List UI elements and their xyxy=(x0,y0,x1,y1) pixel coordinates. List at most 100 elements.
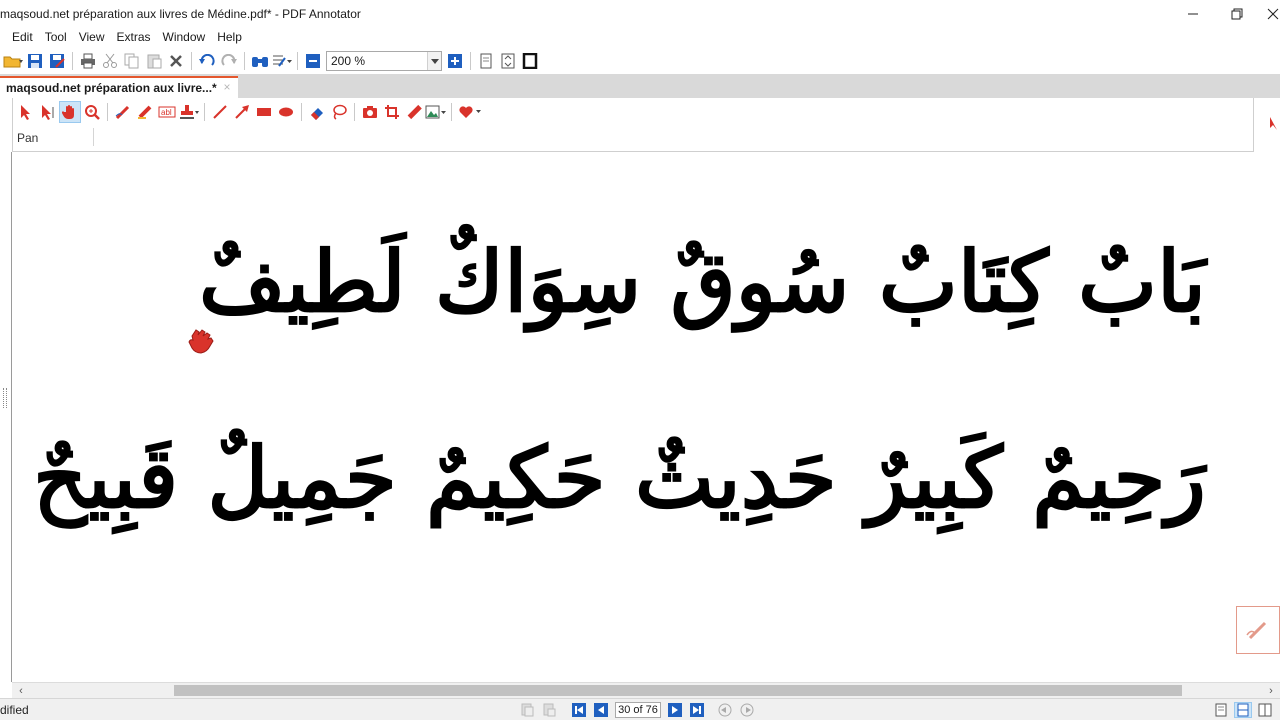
status-bar: dified 30 of 76 xyxy=(0,698,1280,720)
history-forward-button[interactable] xyxy=(738,702,756,718)
document-tab[interactable]: maqsoud.net préparation aux livre...* × xyxy=(0,76,238,98)
fit-page-icon[interactable] xyxy=(497,50,519,72)
chevron-down-icon[interactable] xyxy=(427,52,441,70)
horizontal-scrollbar[interactable]: ‹ › xyxy=(12,682,1280,698)
arabic-text-line-1: بَابٌ كِتَابٌ سُوقٌ سِوَاكٌ لَطِيفٌ xyxy=(198,232,1206,331)
lasso-icon[interactable] xyxy=(328,101,350,123)
fullscreen-icon[interactable] xyxy=(519,50,541,72)
redo-icon[interactable] xyxy=(218,50,240,72)
menu-help[interactable]: Help xyxy=(211,28,248,48)
text-box-icon[interactable]: abl xyxy=(156,101,178,123)
toolbar-separator xyxy=(451,103,452,121)
minimize-icon xyxy=(1188,13,1198,15)
document-tab-strip: maqsoud.net préparation aux livre...* × xyxy=(0,74,1280,98)
delete-icon[interactable] xyxy=(165,50,187,72)
splitter-grip[interactable] xyxy=(3,388,7,408)
line-icon[interactable] xyxy=(209,101,231,123)
menu-tool[interactable]: Tool xyxy=(39,28,73,48)
stamp-icon[interactable] xyxy=(178,101,200,123)
find-icon[interactable] xyxy=(249,50,271,72)
page-layout-icon[interactable] xyxy=(271,50,293,72)
select-icon[interactable] xyxy=(15,101,37,123)
tool-options-separator xyxy=(93,128,94,146)
zoom-value: 200 % xyxy=(331,54,366,68)
crop-icon[interactable] xyxy=(381,101,403,123)
menu-bar: Edit Tool View Extras Window Help xyxy=(0,28,1280,48)
side-panel-edge[interactable] xyxy=(1253,98,1280,152)
scroll-right-icon[interactable]: › xyxy=(1264,684,1278,698)
save-as-icon[interactable] xyxy=(46,50,68,72)
two-page-view-icon xyxy=(1258,703,1272,717)
pan-hand-cursor-icon xyxy=(188,329,214,354)
single-page-icon[interactable] xyxy=(475,50,497,72)
toolbar-separator xyxy=(301,103,302,121)
paste-icon[interactable] xyxy=(143,50,165,72)
floating-pen-button[interactable] xyxy=(1236,606,1280,654)
last-page-button[interactable] xyxy=(688,702,706,718)
previous-page-button[interactable] xyxy=(592,702,610,718)
first-page-icon xyxy=(572,703,586,717)
menu-window[interactable]: Window xyxy=(157,28,212,48)
copy-icon[interactable] xyxy=(121,50,143,72)
menu-view[interactable]: View xyxy=(73,28,111,48)
undo-icon[interactable] xyxy=(196,50,218,72)
history-back-button[interactable] xyxy=(716,702,734,718)
next-page-button[interactable] xyxy=(666,702,684,718)
document-tab-label: maqsoud.net préparation aux livre...* xyxy=(6,81,217,95)
page-number-field[interactable]: 30 of 76 xyxy=(615,702,661,718)
scrollbar-thumb[interactable] xyxy=(174,685,1182,696)
zoom-combobox[interactable]: 200 % xyxy=(326,51,442,71)
view-mode-buttons xyxy=(1210,701,1276,719)
ruler-icon[interactable] xyxy=(403,101,425,123)
first-page-button[interactable] xyxy=(570,702,588,718)
annotation-toolbar: abl Pan xyxy=(12,98,1280,152)
highlighter-icon[interactable] xyxy=(134,101,156,123)
insert-image-icon[interactable] xyxy=(425,101,447,123)
menu-extras[interactable]: Extras xyxy=(111,28,157,48)
minimize-button[interactable] xyxy=(1170,0,1216,28)
pan-hand-icon[interactable] xyxy=(59,101,81,123)
pen-icon[interactable] xyxy=(112,101,134,123)
close-window-button[interactable] xyxy=(1250,0,1280,28)
back-arrow-icon xyxy=(718,703,732,717)
open-folder-icon[interactable] xyxy=(2,50,24,72)
camera-icon[interactable] xyxy=(359,101,381,123)
favorites-heart-icon[interactable] xyxy=(456,101,484,123)
page-properties-icon[interactable] xyxy=(540,702,558,718)
rectangle-icon[interactable] xyxy=(253,101,275,123)
close-icon xyxy=(1267,8,1279,20)
single-page-view-button[interactable] xyxy=(1212,702,1230,718)
scroll-left-icon[interactable]: ‹ xyxy=(14,684,28,698)
single-page-view-icon xyxy=(1215,703,1227,717)
tab-close-icon[interactable]: × xyxy=(220,80,234,94)
eraser-icon[interactable] xyxy=(306,101,328,123)
toolbar-separator xyxy=(204,103,205,121)
zoom-in-icon[interactable] xyxy=(444,50,466,72)
arrow-icon[interactable] xyxy=(231,101,253,123)
zoom-out-icon[interactable] xyxy=(302,50,324,72)
title-bar: maqsoud.net préparation aux livres de Mé… xyxy=(0,0,1280,28)
next-page-icon xyxy=(668,703,682,717)
status-text: dified xyxy=(0,703,29,717)
annotation-tools: abl xyxy=(15,100,484,124)
select-text-icon[interactable] xyxy=(37,101,59,123)
menu-edit[interactable]: Edit xyxy=(0,28,39,48)
forward-arrow-icon xyxy=(740,703,754,717)
document-view[interactable]: بَابٌ كِتَابٌ سُوقٌ سِوَاكٌ لَطِيفٌ رَحِ… xyxy=(12,152,1280,682)
pen-icon xyxy=(1246,621,1267,640)
ellipse-icon[interactable] xyxy=(275,101,297,123)
toolbar-separator xyxy=(354,103,355,121)
left-panel-splitter[interactable] xyxy=(0,152,12,682)
save-icon[interactable] xyxy=(24,50,46,72)
tool-icon xyxy=(1270,117,1277,130)
insert-page-icon[interactable] xyxy=(518,702,536,718)
zoom-magnifier-icon[interactable] xyxy=(81,101,103,123)
arabic-text-line-2: رَحِيمٌ كَبِيرٌ حَدِيثٌ حَكِيمٌ جَمِيلٌ … xyxy=(33,428,1206,527)
cut-icon[interactable] xyxy=(99,50,121,72)
continuous-view-button[interactable] xyxy=(1234,702,1252,718)
page-navigation: 30 of 76 xyxy=(516,701,758,719)
previous-page-icon xyxy=(594,703,608,717)
print-icon[interactable] xyxy=(77,50,99,72)
toolbar-separator xyxy=(297,52,298,70)
two-page-view-button[interactable] xyxy=(1256,702,1274,718)
